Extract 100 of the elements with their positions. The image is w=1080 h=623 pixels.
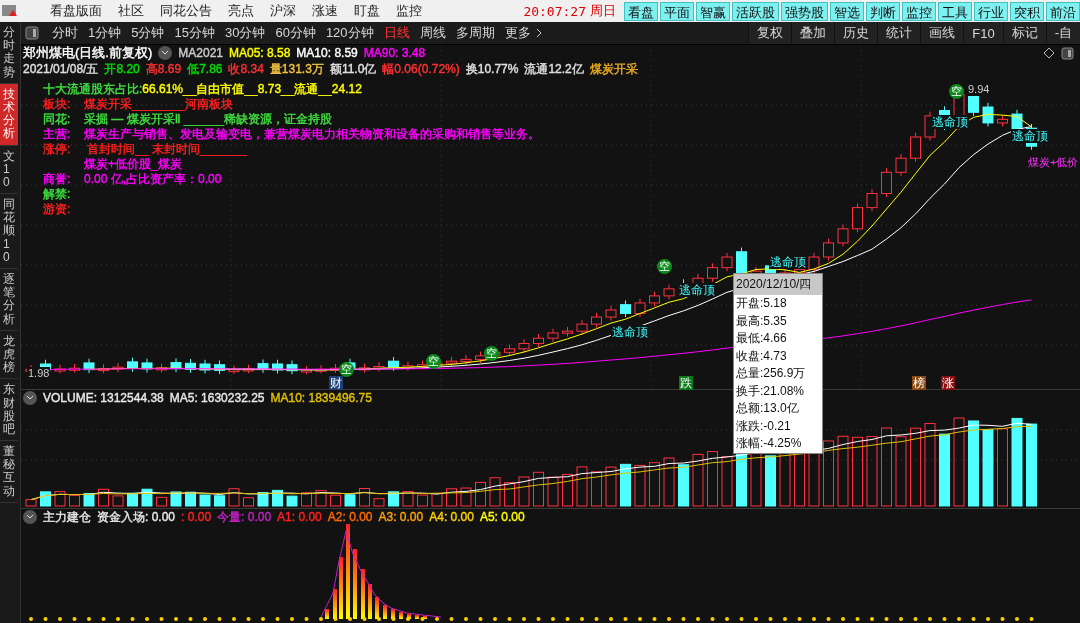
menu-item[interactable]: 沪深: [262, 2, 304, 20]
quick-button[interactable]: 活跃股: [732, 1, 779, 21]
period-tab[interactable]: 120分钟: [320, 24, 379, 42]
info-label: 同花:: [43, 111, 72, 126]
dropdown-icon[interactable]: [23, 391, 37, 405]
menu-item[interactable]: 看盘版面: [42, 2, 110, 20]
indicator-value: 今量: 0.00: [217, 508, 272, 526]
period-tab[interactable]: 15分钟: [169, 24, 220, 42]
quick-button[interactable]: 突积: [1010, 1, 1044, 21]
volume-value: VOLUME: 1312544.38: [43, 391, 164, 405]
toolbar-button[interactable]: 统计: [877, 22, 921, 44]
indicator-value: A2: 0.00: [327, 510, 373, 524]
info-label: 涨停:: [43, 141, 72, 156]
chart-annotation: 逃命顶: [931, 115, 969, 129]
price-label: 1.98: [27, 367, 51, 380]
event-badge: 涨: [941, 376, 955, 390]
toolbar-button[interactable]: 画线: [920, 22, 964, 44]
menu-item[interactable]: 涨速: [304, 2, 346, 20]
chart-annotation: 逃命顶: [678, 283, 716, 297]
tooltip-line: 涨跌:-0.21: [735, 417, 792, 435]
toolbar-button[interactable]: 标记: [1002, 22, 1046, 44]
indicator-value: A4: 0.00: [429, 510, 474, 524]
clock-time: 20:07:27: [523, 3, 586, 19]
quick-button[interactable]: 智赢: [696, 1, 730, 21]
dropdown-icon[interactable]: [158, 46, 173, 60]
menu-item[interactable]: 同花公告: [152, 2, 220, 20]
menu-item[interactable]: 亮点: [220, 2, 262, 20]
period-tab[interactable]: 30分钟: [219, 24, 271, 42]
quote-field: 煤炭开采: [589, 60, 638, 78]
menu-item[interactable]: 社区: [110, 2, 152, 20]
toolbar-button[interactable]: 复权: [748, 22, 792, 44]
quick-button[interactable]: 强势股: [781, 1, 828, 21]
quote-field: 低7.86: [187, 60, 223, 78]
quick-button[interactable]: 平面: [660, 1, 694, 21]
chart-annotation: 逃命顶: [769, 255, 807, 269]
info-label: 游资:: [43, 201, 72, 216]
period-tab[interactable]: 5分钟: [126, 24, 170, 42]
indicator-value: A3: 0.00: [378, 510, 424, 524]
menu-item[interactable]: 监控: [388, 2, 430, 20]
price-label: 9.94: [967, 83, 991, 96]
menu-item[interactable]: 盯盘: [346, 2, 388, 20]
indicator-value: A5: 0.00: [479, 510, 525, 524]
toolbar-button[interactable]: 叠加: [791, 22, 835, 44]
quick-button[interactable]: 智选: [830, 1, 864, 21]
period-tab[interactable]: 分时: [47, 24, 83, 42]
quick-button[interactable]: 行业: [974, 1, 1008, 21]
signal-badge: 空: [484, 346, 499, 361]
period-tab[interactable]: 更多: [499, 24, 548, 42]
tooltip-line: 换手:21.08%: [735, 382, 806, 400]
panel-toggle-icon[interactable]: [25, 26, 39, 40]
ma-value: MA90: 3.48: [363, 46, 426, 60]
tooltip-line: 总额:13.0亿: [735, 400, 800, 417]
info-value: 煤炭生产与销售、发电及输变电，兼营煤炭电力相关物资和设备的采购和销售等业务。: [84, 126, 540, 141]
info-value: 煤炭+低价股_煤炭: [84, 156, 182, 171]
quick-button[interactable]: 判断: [866, 1, 900, 21]
signal-badge: 空: [949, 84, 964, 99]
ma-value: MA10: 8.59: [296, 46, 358, 60]
event-badge: 跌: [679, 376, 693, 390]
quick-button[interactable]: 看盘: [624, 1, 658, 21]
quote-field: 额11.0亿: [329, 60, 377, 78]
quote-field: 量131.3万: [269, 60, 324, 78]
volume-value: MA5: 1630232.25: [169, 391, 265, 405]
ma-value: MA05: 8.58: [229, 46, 291, 60]
chart-annotation: 煤炭+低价: [1027, 156, 1080, 169]
toolbar-button[interactable]: -自: [1045, 22, 1080, 44]
formula-name: MA2021: [178, 46, 223, 60]
info-label: 商誉:: [43, 171, 72, 186]
chevron-right-icon: [534, 28, 543, 38]
diamond-icon[interactable]: [1043, 47, 1055, 59]
info-value: 采掘 — 煤炭开采Ⅱ ______稀缺资源，证金持股: [84, 111, 332, 126]
quote-field: 高8.69: [145, 60, 182, 78]
quick-button[interactable]: 监控: [902, 1, 936, 21]
quick-button[interactable]: 前沿: [1046, 1, 1080, 21]
indicator-value: 资金入场: 0.00: [97, 508, 176, 526]
quick-button[interactable]: 工具: [938, 1, 972, 21]
toolbar-button[interactable]: F10: [963, 22, 1003, 44]
quote-field: 开8.20: [104, 60, 140, 78]
period-tab[interactable]: 日线: [378, 24, 415, 42]
side-tab[interactable]: 技术分析: [0, 83, 18, 146]
indicator-name: 主力建仓: [43, 508, 91, 526]
quote-field: 换10.77%: [465, 60, 519, 78]
tooltip-line: 涨幅:-4.25%: [735, 435, 803, 452]
dropdown-icon[interactable]: [23, 510, 37, 524]
period-tab[interactable]: 多周期: [450, 24, 500, 42]
period-tab[interactable]: 周线: [414, 24, 451, 42]
period-tab[interactable]: 60分钟: [270, 24, 321, 42]
tooltip-date: 2020/12/10/四: [734, 274, 822, 295]
quote-field: 流通12.2亿: [524, 60, 584, 78]
chart-annotation: 逃命顶: [1011, 129, 1049, 143]
weekday: 周日: [590, 2, 616, 20]
tooltip-line: 最低:4.66: [735, 330, 788, 347]
panel-toggle-icon[interactable]: [1061, 46, 1074, 60]
info-value: 66.61%__自由市值__8.73__流通__24.12: [142, 81, 362, 96]
chart-annotation: 逃命顶: [611, 325, 649, 339]
info-value: 0.00 亿,占比资产率：0.00: [84, 171, 222, 186]
period-tab[interactable]: 1分钟: [83, 24, 127, 42]
signal-badge: 空: [339, 362, 354, 377]
toolbar-button[interactable]: 历史: [834, 22, 878, 44]
tooltip-line: 总量:256.9万: [735, 365, 807, 382]
quote-field: 收8.34: [228, 60, 264, 78]
